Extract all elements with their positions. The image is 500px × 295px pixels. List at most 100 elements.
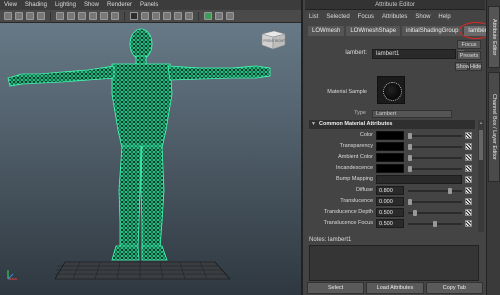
color-swatch[interactable] <box>376 153 404 162</box>
3d-viewport[interactable]: View Shading Lighting Show Renderer Pane… <box>0 0 303 295</box>
attr-label: Transparency <box>339 143 373 149</box>
slider-knob[interactable] <box>408 165 412 172</box>
translucence-focus-slider[interactable] <box>408 220 462 227</box>
gate-mask-icon[interactable] <box>89 12 97 20</box>
translucence-slider[interactable] <box>408 198 462 205</box>
side-tab-strip: Attribute Editor Channel Box / Layer Edi… <box>486 0 500 295</box>
attribute-editor-menubar: List Selected Focus Attributes Show Help <box>305 10 485 24</box>
slider-knob[interactable] <box>413 209 417 216</box>
map-texture-icon[interactable] <box>465 187 472 194</box>
attribute-scrollbar[interactable]: ▲ <box>478 120 484 232</box>
attr-slider[interactable] <box>408 132 462 139</box>
shadows-icon[interactable] <box>185 12 193 20</box>
type-label: Type <box>354 110 366 116</box>
wireframe-shading-icon[interactable] <box>130 12 138 20</box>
map-texture-icon[interactable] <box>465 165 472 172</box>
show-button[interactable]: Show <box>455 62 470 71</box>
menu-focus[interactable]: Focus <box>358 14 374 20</box>
image-plane-icon[interactable] <box>37 12 45 20</box>
tab-lowmeshshape[interactable]: LOWmeshShape <box>346 26 401 36</box>
load-attributes-button[interactable]: Load Attributes <box>366 282 424 294</box>
smooth-shading-icon[interactable] <box>141 12 149 20</box>
translucence-depth-slider[interactable] <box>408 209 462 216</box>
map-texture-icon[interactable] <box>465 132 472 139</box>
presets-button[interactable]: Presets <box>457 51 481 60</box>
menu-show[interactable]: Show <box>84 2 99 8</box>
translucence-depth-field[interactable]: 0.500 <box>376 208 404 217</box>
select-camera-icon[interactable] <box>4 12 12 20</box>
diffuse-field[interactable]: 0.800 <box>376 186 404 195</box>
slider-knob[interactable] <box>408 198 412 205</box>
textured-icon[interactable] <box>163 12 171 20</box>
camera-attributes-icon[interactable] <box>15 12 23 20</box>
type-select[interactable]: Lambert <box>372 110 452 118</box>
color-swatch[interactable] <box>376 142 404 151</box>
field-chart-icon[interactable] <box>100 12 108 20</box>
scroll-up-icon[interactable]: ▲ <box>479 120 483 125</box>
menu-attributes[interactable]: Attributes <box>382 14 407 20</box>
slider-knob[interactable] <box>408 143 412 150</box>
slider-knob[interactable] <box>408 154 412 161</box>
xray-icon[interactable] <box>204 12 212 20</box>
menu-view[interactable]: View <box>4 2 17 8</box>
node-tabs: LOWmesh LOWmeshShape initialShadingGroup… <box>305 22 496 39</box>
material-name-field[interactable]: lambert1 <box>372 49 456 59</box>
scrollbar-thumb[interactable] <box>479 130 483 160</box>
color-swatch[interactable] <box>376 131 404 140</box>
common-material-attributes-header[interactable]: Common Material Attributes <box>309 120 475 129</box>
toolbar-divider <box>124 11 125 21</box>
resolution-gate-icon[interactable] <box>78 12 86 20</box>
wireframe-on-shaded-icon[interactable] <box>152 12 160 20</box>
incandescence-row: Incandescence <box>305 164 485 174</box>
tab-channel-box[interactable]: Channel Box / Layer Editor <box>488 72 500 182</box>
slider-knob[interactable] <box>433 220 437 227</box>
tab-initialshadinggroup[interactable]: initialShadingGroup <box>402 26 463 36</box>
notes-textarea[interactable] <box>309 245 479 281</box>
material-sample-swatch <box>377 76 405 104</box>
bump-mapping-field[interactable] <box>376 175 462 184</box>
attr-label: Translucence Focus <box>323 220 373 226</box>
color-swatch[interactable] <box>376 164 404 173</box>
map-texture-icon[interactable] <box>465 220 472 227</box>
map-texture-icon[interactable] <box>465 209 472 216</box>
menu-selected[interactable]: Selected <box>326 14 349 20</box>
map-texture-icon[interactable] <box>465 143 472 150</box>
diffuse-slider[interactable] <box>408 187 462 194</box>
attr-slider[interactable] <box>408 143 462 150</box>
film-gate-icon[interactable] <box>67 12 75 20</box>
tab-lowmesh[interactable]: LOWmesh <box>308 26 345 36</box>
select-button[interactable]: Select <box>307 282 365 294</box>
translucence-focus-row: Translucence Focus 0.500 <box>305 219 485 229</box>
attr-label: Incandescence <box>336 165 373 171</box>
map-texture-icon[interactable] <box>465 176 472 183</box>
menu-lighting[interactable]: Lighting <box>55 2 76 8</box>
tab-attribute-editor[interactable]: Attribute Editor <box>488 6 500 68</box>
menu-renderer[interactable]: Renderer <box>107 2 132 8</box>
xray-joints-icon[interactable] <box>215 12 223 20</box>
slider-knob[interactable] <box>448 187 452 194</box>
map-texture-icon[interactable] <box>465 198 472 205</box>
menu-help[interactable]: Help <box>438 14 450 20</box>
use-lights-icon[interactable] <box>174 12 182 20</box>
isolate-select-icon[interactable] <box>226 12 234 20</box>
attr-slider[interactable] <box>408 154 462 161</box>
menu-list[interactable]: List <box>309 14 318 20</box>
hide-button[interactable]: Hide <box>469 62 482 71</box>
bump-mapping-row: Bump Mapping <box>305 175 485 185</box>
attr-slider[interactable] <box>408 165 462 172</box>
translucence-field[interactable]: 0.000 <box>376 197 404 206</box>
viewport-menubar: View Shading Lighting Show Renderer Pane… <box>0 0 301 10</box>
translucence-focus-field[interactable]: 0.500 <box>376 219 404 228</box>
bookmark-icon[interactable] <box>26 12 34 20</box>
copy-tab-button[interactable]: Copy Tab <box>425 282 483 294</box>
safe-action-icon[interactable] <box>111 12 119 20</box>
grid-icon[interactable] <box>56 12 64 20</box>
focus-button[interactable]: Focus <box>457 40 481 49</box>
slider-knob[interactable] <box>408 132 412 139</box>
menu-panels[interactable]: Panels <box>140 2 158 8</box>
wireframe-character[interactable] <box>0 22 303 272</box>
color-row: Color <box>305 131 485 141</box>
map-texture-icon[interactable] <box>465 154 472 161</box>
menu-show[interactable]: Show <box>415 14 430 20</box>
menu-shading[interactable]: Shading <box>25 2 47 8</box>
